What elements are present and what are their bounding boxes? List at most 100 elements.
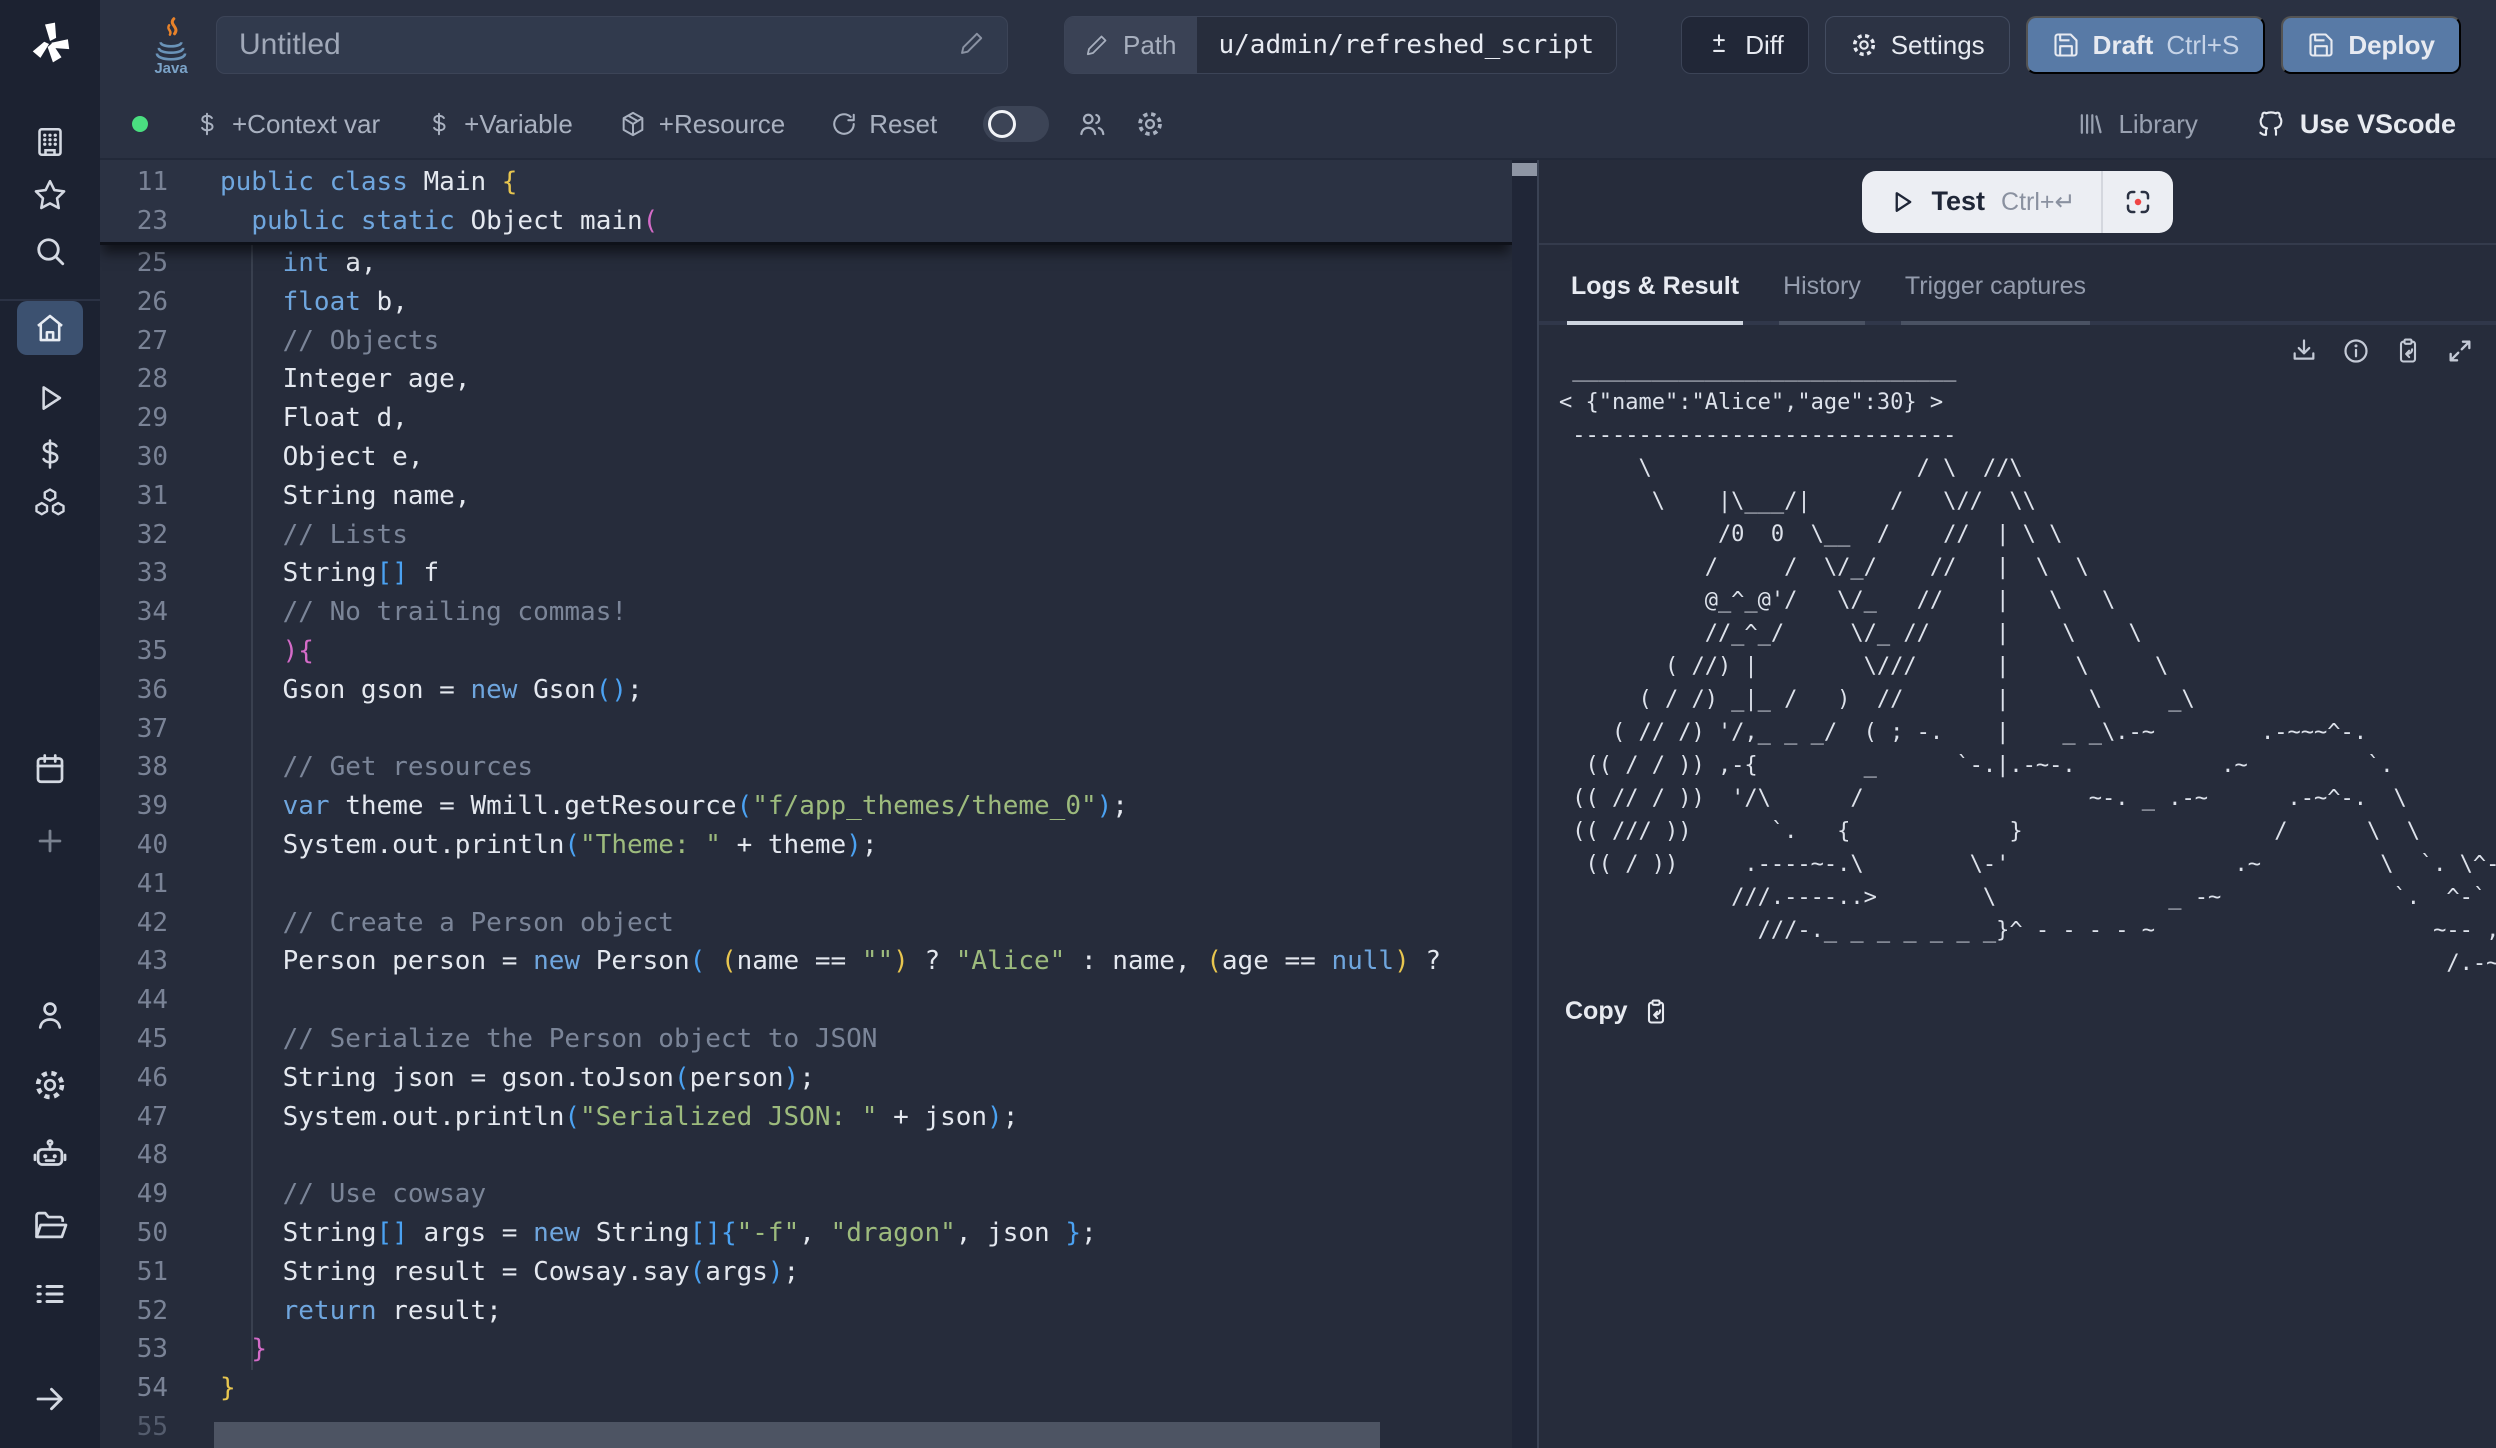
add-variable-button[interactable]: +Variable [426,109,573,140]
tab-trigger-captures[interactable]: Trigger captures [1901,272,2090,325]
collaborators-users-icon[interactable] [1077,109,1107,139]
edit-title-pencil-icon[interactable] [959,30,985,61]
path-label-segment[interactable]: Path [1065,17,1197,73]
line-content: String[] f [220,554,439,593]
code-line[interactable]: 30 Object e, [100,438,1512,477]
code-line[interactable]: 29 Float d, [100,399,1512,438]
line-number: 11 [100,163,168,202]
editor-scrollbar-gutter[interactable] [1512,160,1537,1448]
java-language-icon: Java [148,15,194,75]
line-content: public class Main { [220,163,517,202]
tab-logs-result[interactable]: Logs & Result [1567,272,1743,325]
windmill-script-editor: Java Untitled Path u/admin/refreshed_scr… [0,0,2496,1448]
line-content: int a, [220,244,377,283]
code-line[interactable]: 49 // Use cowsay [100,1175,1512,1214]
sidebar-item-user-icon[interactable] [32,997,68,1033]
test-button-group: Test Ctrl+↵ [1862,171,2174,233]
workspace-building-icon[interactable] [32,124,68,160]
sidebar-item-home-active[interactable] [17,301,83,355]
line-content: } [220,1330,267,1369]
code-line[interactable]: 54} [100,1369,1512,1408]
code-line[interactable]: 39 var theme = Wmill.getResource("f/app_… [100,787,1512,826]
horizontal-scrollbar[interactable] [214,1422,1380,1448]
sidebar-item-runs-play-icon[interactable] [33,381,67,415]
sidebar-expand-arrow-right-icon[interactable] [32,1381,68,1417]
code-line[interactable]: 45 // Serialize the Person object to JSO… [100,1020,1512,1059]
favorites-star-icon[interactable] [32,177,68,213]
diff-mode-toggle[interactable] [983,106,1049,142]
line-number: 26 [100,283,168,322]
copy-result-button[interactable]: Copy [1565,997,1670,1026]
code-line[interactable]: 26 float b, [100,283,1512,322]
code-line[interactable]: 27 // Objects [100,322,1512,361]
code-line[interactable]: 32 // Lists [100,516,1512,555]
code-line[interactable]: 48 [100,1136,1512,1175]
code-line[interactable]: 47 System.out.println("Serialized JSON: … [100,1098,1512,1137]
code-line[interactable]: 31 String name, [100,477,1512,516]
code-line[interactable]: 41 [100,865,1512,904]
code-line[interactable]: 43 Person person = new Person( (name == … [100,942,1512,981]
add-context-var-button[interactable]: +Context var [194,109,380,140]
test-run-button[interactable]: Test Ctrl+↵ [1862,186,2102,217]
line-number: 39 [100,787,168,826]
code-line[interactable]: 44 [100,981,1512,1020]
code-line[interactable]: 33 String[] f [100,554,1512,593]
vertical-scrollbar-thumb[interactable] [1512,163,1537,176]
line-content: // Create a Person object [220,904,674,943]
draft-save-button[interactable]: Draft Ctrl+S [2026,16,2266,74]
path-value: u/admin/refreshed_script [1197,17,1617,73]
code-line[interactable]: 42 // Create a Person object [100,904,1512,943]
code-line[interactable]: 50 String[] args = new String[]{"-f", "d… [100,1214,1512,1253]
line-number: 49 [100,1175,168,1214]
use-vscode-button[interactable]: Use VScode [2256,109,2456,140]
editor-settings-gear-icon[interactable] [1135,109,1165,139]
code-line[interactable]: 36 Gson gson = new Gson(); [100,671,1512,710]
code-line[interactable]: 52 return result; [100,1292,1512,1331]
code-line[interactable]: 11 public class Main { [100,163,1512,202]
line-number: 33 [100,554,168,593]
reset-button[interactable]: Reset [831,109,937,140]
line-number: 32 [100,516,168,555]
code-line[interactable]: 37 [100,710,1512,749]
line-content: Person person = new Person( (name == "")… [220,942,1441,981]
code-line[interactable]: 40 System.out.println("Theme: " + theme)… [100,826,1512,865]
code-line[interactable]: 34 // No trailing commas! [100,593,1512,632]
code-line[interactable]: 53 } [100,1330,1512,1369]
line-number: 50 [100,1214,168,1253]
sidebar-add-plus-icon[interactable] [33,824,67,858]
draft-shortcut: Ctrl+S [2166,30,2239,61]
path-field[interactable]: Path u/admin/refreshed_script [1064,16,1617,74]
code-line[interactable]: 51 String result = Cowsay.say(args); [100,1253,1512,1292]
settings-button[interactable]: Settings [1825,16,2010,74]
line-content: Float d, [220,399,408,438]
add-resource-button[interactable]: +Resource [619,109,785,140]
script-title-input[interactable]: Untitled [216,16,1008,74]
search-icon[interactable] [32,233,68,269]
sidebar-item-workers-robot-icon[interactable] [31,1136,69,1174]
line-number: 44 [100,981,168,1020]
result-tabs: Logs & Result History Trigger captures [1539,245,2496,325]
code-line[interactable]: 25 int a, [100,244,1512,283]
sidebar-item-list-details-icon[interactable] [32,1276,68,1312]
line-content: Gson gson = new Gson(); [220,671,643,710]
line-number: 52 [100,1292,168,1331]
code-editor[interactable]: 25 int a,26 float b,27 // Objects28 Inte… [100,160,1512,1448]
sidebar-item-settings-gear-icon[interactable] [32,1067,68,1103]
sidebar-item-variables-dollar-icon[interactable] [33,437,67,471]
code-line[interactable]: 28 Integer age, [100,360,1512,399]
code-line[interactable]: 38 // Get resources [100,748,1512,787]
capture-test-button[interactable] [2103,187,2173,217]
code-line[interactable]: 35 ){ [100,632,1512,671]
diff-button[interactable]: Diff [1681,16,1809,74]
sidebar-item-folders-icon[interactable] [31,1206,69,1244]
tab-history[interactable]: History [1779,272,1865,325]
code-line[interactable]: 23 public static Object main( [100,202,1512,241]
deploy-button[interactable]: Deploy [2281,16,2461,74]
library-button[interactable]: Library [2076,109,2197,140]
sidebar-item-schedules-calendar-icon[interactable] [32,751,68,787]
sidebar-item-resources-boxes-icon[interactable] [32,485,68,521]
line-number: 47 [100,1098,168,1137]
dollar-icon [426,111,452,137]
code-line[interactable]: 46 String json = gson.toJson(person); [100,1059,1512,1098]
windmill-logo-icon[interactable] [27,20,73,71]
